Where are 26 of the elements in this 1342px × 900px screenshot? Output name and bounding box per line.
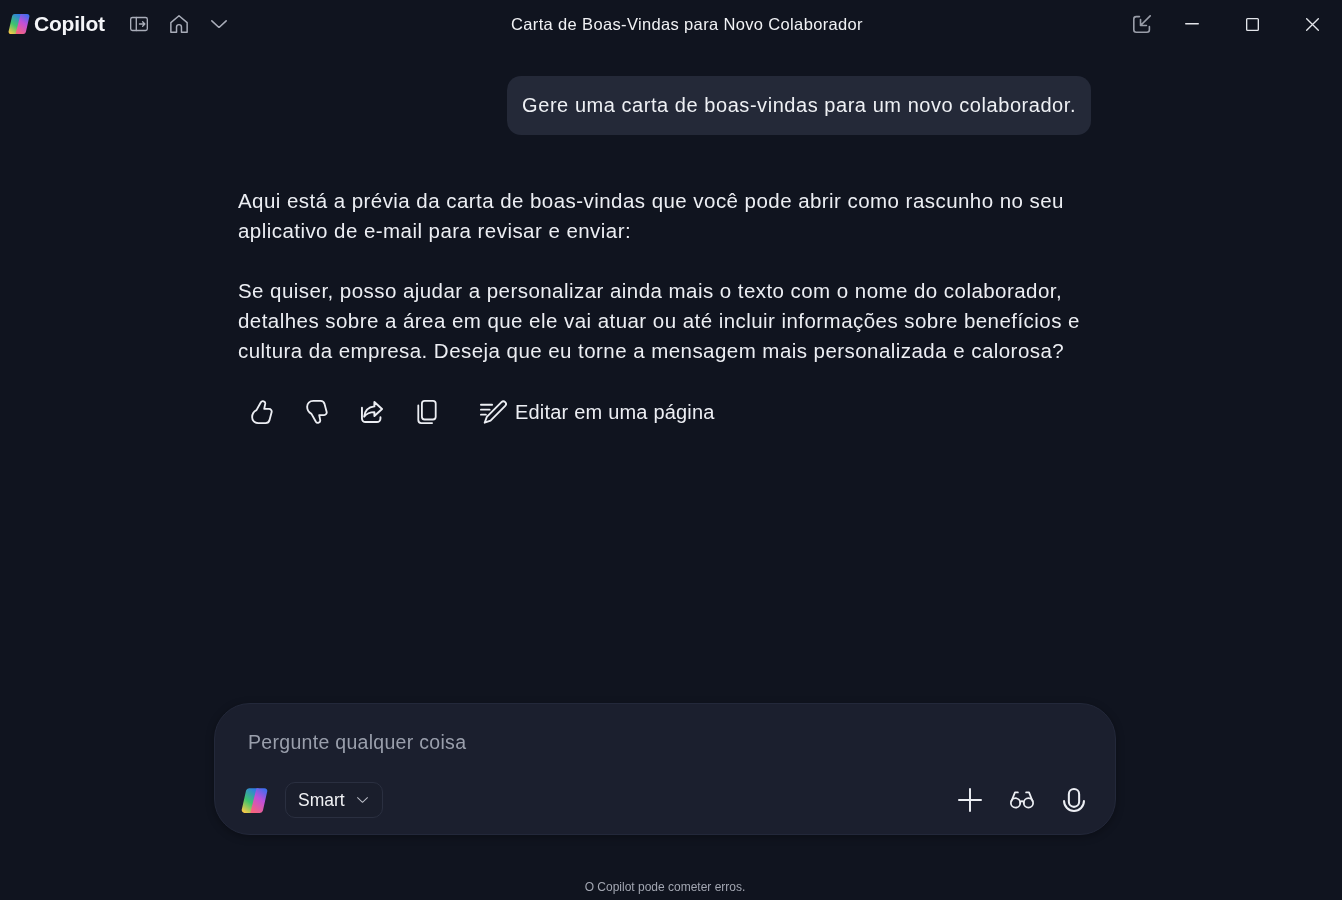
edit-page-button[interactable]: Editar em uma página: [476, 394, 719, 430]
user-message: Gere uma carta de boas-vindas para um novo colaborador.: [507, 76, 1091, 135]
minimize-icon: [1185, 23, 1199, 25]
app-logo-icon: [8, 13, 30, 35]
app-name: Copilot: [34, 12, 105, 36]
microphone-icon: [1062, 788, 1086, 812]
mode-dropdown[interactable]: Smart: [285, 782, 383, 818]
pencil-lines-icon: [480, 400, 507, 424]
home-icon: [169, 15, 188, 33]
composer-panel[interactable]: Pergunte qualquer coisa Smart: [214, 703, 1116, 835]
thumbs-down-icon: [306, 400, 328, 424]
chevron-down-icon: [356, 797, 368, 803]
maximize-icon: [1245, 17, 1259, 31]
copy-icon: [416, 400, 438, 424]
assistant-paragraph: Se quiser, posso ajudar a personalizar ainda mais o texto com o nome do colaborador, detalhes sobre a área em que ele vai atuar ou até incluir informações sobre benefícios e cultura da empresa. Deseja que eu torne a mensagem mais personalizada e calorosa?: [238, 278, 1081, 364]
assistant-paragraph: Aqui está a prévia da carta de boas-vindas que você pode abrir como rascunho no seu aplicativo de e-mail para revisar e enviar:: [238, 188, 1065, 244]
thumbs-up-icon: [251, 400, 273, 424]
app-logo-icon: [241, 786, 268, 814]
close-icon: [1305, 17, 1319, 31]
chevron-down-icon: [210, 19, 227, 29]
window-title: Carta de Boas-Vindas para Novo Colaborador: [510, 14, 864, 34]
disclaimer-text: O Copilot pode cometer erros.: [584, 880, 746, 894]
arrow-to-corner-icon: [1133, 15, 1151, 33]
share-icon: [361, 400, 383, 424]
plus-icon: [958, 788, 982, 812]
message-input[interactable]: Pergunte qualquer coisa: [241, 722, 1094, 762]
